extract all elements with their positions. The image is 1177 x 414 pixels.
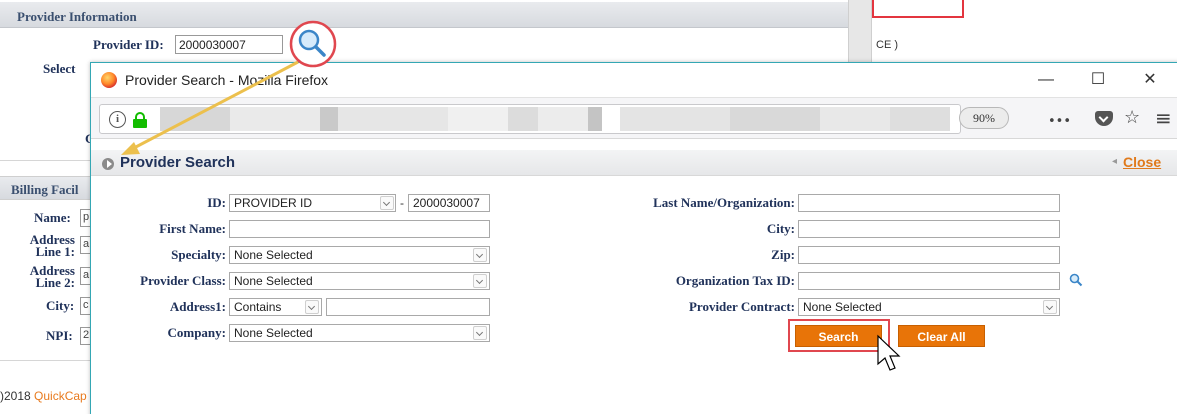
provider-contract-label: Provider Contract: [688,299,795,314]
address1-mode-select[interactable]: Contains [229,298,322,316]
highlight-box [872,0,964,18]
company-select[interactable]: None Selected [229,324,490,342]
provider-class-value: None Selected [234,274,313,288]
info-icon[interactable]: i [109,111,126,128]
divider [0,360,90,361]
provider-class-label: Provider Class: [140,273,226,288]
company-value: None Selected [234,326,313,340]
divider [0,160,90,161]
tax-id-label: Organization Tax ID: [675,273,795,288]
pocket-icon[interactable] [1095,111,1113,126]
blurred-url-segment [320,107,338,131]
name-label: Name: [34,210,71,225]
tax-id-input[interactable] [798,272,1060,290]
close-window-button[interactable]: ✕ [1135,67,1165,93]
provider-contract-select[interactable]: None Selected [798,298,1060,316]
blurred-url-segment [730,107,820,131]
bookmark-star-icon[interactable]: ☆ [1124,107,1140,129]
minimize-button[interactable]: — [1031,67,1061,93]
tax-id-search-icon[interactable] [1069,273,1083,287]
section-header: Provider Search ◂ Close [91,150,1177,176]
maximize-button[interactable]: ☐ [1083,67,1113,93]
magnifier-callout-icon [289,20,337,68]
firefox-logo-icon [101,72,117,88]
first-name-label: First Name: [159,221,226,236]
provider-search-form: Provider Search ◂ Close ID: PROVIDER ID … [91,139,1177,414]
zoom-level-button[interactable]: 90% [959,107,1009,129]
lock-icon[interactable] [133,112,147,128]
id-value-input[interactable]: 2000030007 [408,194,490,212]
blurred-url-segment [338,107,448,131]
billing-facility-header: Billing Facil [0,176,92,200]
more-actions-icon[interactable]: ••• [1048,111,1071,133]
provider-information-header: Provider Information [0,2,848,28]
chevron-down-icon [1043,300,1057,314]
blurred-url-segment [588,107,602,131]
address1-label: Address Line 1: [29,232,75,259]
copyright-prefix: )2018 [0,389,35,403]
id-type-select[interactable]: PROVIDER ID [229,194,396,212]
window-title: Provider Search - Mozilla Firefox [125,72,329,88]
npi-label: NPI: [46,328,73,343]
search-button[interactable]: Search [795,325,882,347]
id-type-value: PROVIDER ID [234,196,313,210]
address-bar[interactable]: i [99,104,961,134]
provider-id-input[interactable]: 2000030007 [175,35,283,54]
specialty-value: None Selected [234,248,313,262]
right-suffix-text: CE ) [876,39,898,51]
provider-class-select[interactable]: None Selected [229,272,490,290]
chevron-down-icon [473,326,487,340]
blurred-url-segment [890,107,950,131]
blurred-url-segment [160,107,230,131]
provider-contract-value: None Selected [803,300,882,314]
address1-label: Address1: [169,299,226,314]
chevron-down-icon [305,300,319,314]
brand-link[interactable]: QuickCap [34,389,87,403]
close-marker-icon: ◂ [1112,156,1118,167]
copyright-footer: )2018 QuickCap [0,389,87,403]
city-input[interactable] [798,220,1060,238]
blurred-url-segment [620,107,730,131]
blurred-url-segment [508,107,538,131]
clear-all-button[interactable]: Clear All [898,325,985,347]
id-label: ID: [207,195,226,210]
zip-input[interactable] [798,246,1060,264]
chevron-down-icon [380,196,394,210]
first-name-input[interactable] [229,220,490,238]
id-separator: - [400,196,404,210]
navigation-toolbar: i 90% ••• ☆ ≡ [91,97,1177,139]
blurred-url-segment [448,107,508,131]
select-label: Select [43,61,76,76]
specialty-select[interactable]: None Selected [229,246,490,264]
last-name-label: Last Name/Organization: [653,195,795,210]
close-link[interactable]: Close [1123,154,1161,170]
city-label: City: [766,221,795,236]
window-titlebar: Provider Search - Mozilla Firefox — ☐ ✕ [91,63,1177,97]
zip-label: Zip: [771,247,795,262]
address1-mode-value: Contains [234,300,282,314]
city-label: City: [46,298,75,313]
blurred-url-segment [230,107,320,131]
company-label: Company: [167,325,226,340]
provider-search-window: Provider Search - Mozilla Firefox — ☐ ✕ … [90,62,1177,414]
menu-icon[interactable]: ≡ [1155,107,1172,129]
address1-input[interactable] [326,298,490,316]
chevron-down-icon [473,248,487,262]
blurred-url-segment [538,107,588,131]
blurred-url-segment [820,107,890,131]
arrow-right-icon [102,158,114,170]
specialty-label: Specialty: [171,247,226,262]
address2-label: Address Line 2: [29,263,75,290]
chevron-down-icon [473,274,487,288]
provider-id-label: Provider ID: [93,37,164,52]
section-title: Provider Search [120,154,236,171]
last-name-input[interactable] [798,194,1060,212]
